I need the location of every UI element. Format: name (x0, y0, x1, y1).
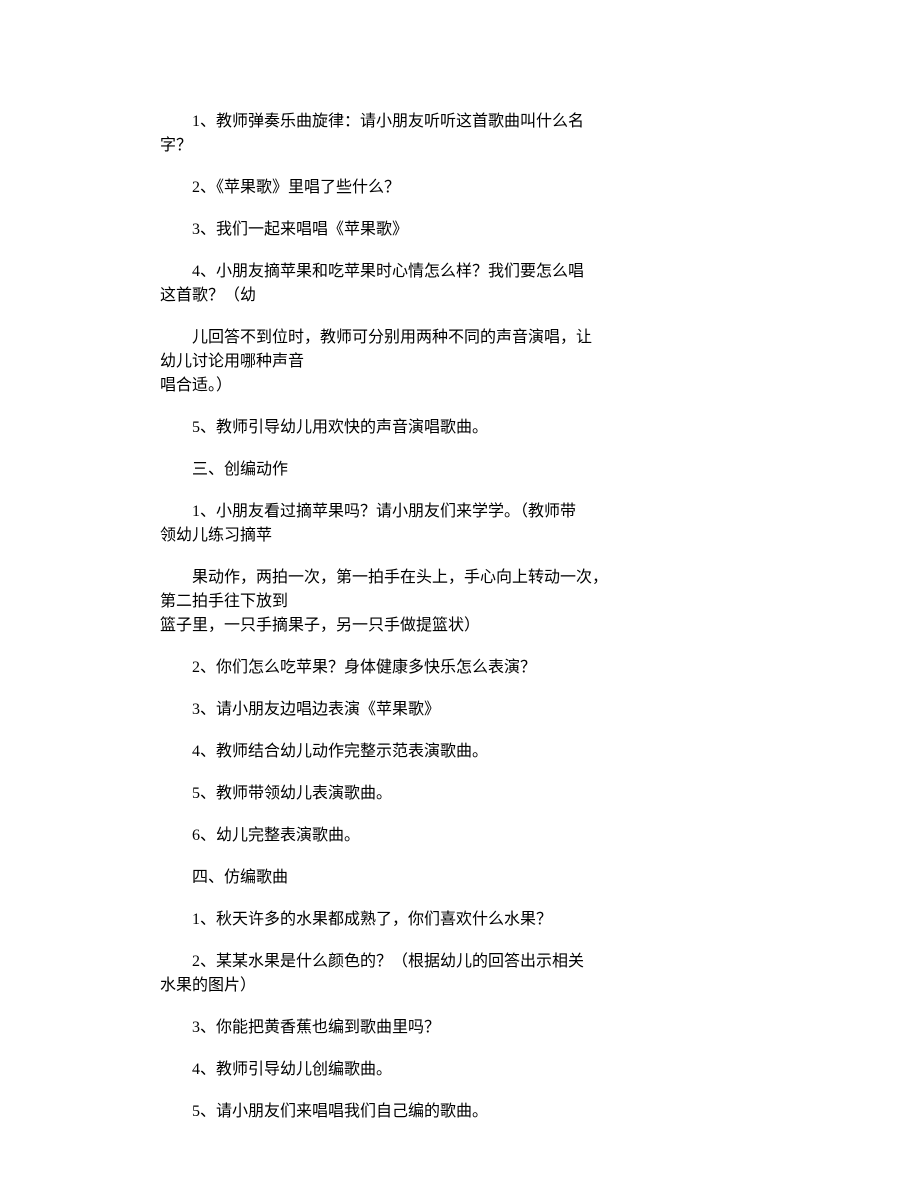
para-9-line2: 第二拍手往下放到 (160, 590, 760, 614)
para-19: 4、教师引导幼儿创编歌曲。 (160, 1058, 760, 1082)
para-17-line2: 水果的图片） (160, 974, 760, 998)
para-16: 1、秋天许多的水果都成熟了，你们喜欢什么水果？ (160, 908, 760, 932)
para-11: 3、请小朋友边唱边表演《苹果歌》 (160, 698, 760, 722)
para-10: 2、你们怎么吃苹果？身体健康多快乐怎么表演？ (160, 656, 760, 680)
para-8-line1: 1、小朋友看过摘苹果吗？请小朋友们来学学。（教师带 (160, 500, 760, 524)
para-1-line1: 1、教师弹奏乐曲旋律：请小朋友听听这首歌曲叫什么名 (160, 110, 760, 134)
para-9-line1: 果动作，两拍一次，第一拍手在头上，手心向上转动一次， (160, 566, 760, 590)
para-9-line3: 篮子里，一只手摘果子，另一只手做提篮状） (160, 614, 760, 638)
para-13: 5、教师带领幼儿表演歌曲。 (160, 782, 760, 806)
para-6: 5、教师引导幼儿用欢快的声音演唱歌曲。 (160, 416, 760, 440)
para-17-line1: 2、某某水果是什么颜色的？（根据幼儿的回答出示相关 (160, 950, 760, 974)
para-5: 儿回答不到位时，教师可分别用两种不同的声音演唱，让 幼儿讨论用哪种声音 唱合适。… (160, 326, 760, 398)
para-4-line1: 4、小朋友摘苹果和吃苹果时心情怎么样？我们要怎么唱 (160, 260, 760, 284)
para-8: 1、小朋友看过摘苹果吗？请小朋友们来学学。（教师带 领幼儿练习摘苹 (160, 500, 760, 548)
section-heading-4: 四、仿编歌曲 (160, 866, 760, 890)
para-1-line2: 字？ (160, 134, 760, 158)
para-12: 4、教师结合幼儿动作完整示范表演歌曲。 (160, 740, 760, 764)
para-4: 4、小朋友摘苹果和吃苹果时心情怎么样？我们要怎么唱 这首歌？（幼 (160, 260, 760, 308)
para-5-line3: 唱合适。） (160, 374, 760, 398)
para-9: 果动作，两拍一次，第一拍手在头上，手心向上转动一次， 第二拍手往下放到 篮子里，… (160, 566, 760, 638)
section-heading-3: 三、创编动作 (160, 458, 760, 482)
para-18: 3、你能把黄香蕉也编到歌曲里吗？ (160, 1016, 760, 1040)
para-4-line2: 这首歌？（幼 (160, 284, 760, 308)
para-8-line2: 领幼儿练习摘苹 (160, 524, 760, 548)
para-17: 2、某某水果是什么颜色的？（根据幼儿的回答出示相关 水果的图片） (160, 950, 760, 998)
para-20: 5、请小朋友们来唱唱我们自己编的歌曲。 (160, 1100, 760, 1124)
para-5-line1: 儿回答不到位时，教师可分别用两种不同的声音演唱，让 (160, 326, 760, 350)
para-3: 3、我们一起来唱唱《苹果歌》 (160, 218, 760, 242)
para-14: 6、幼儿完整表演歌曲。 (160, 824, 760, 848)
para-5-line2: 幼儿讨论用哪种声音 (160, 350, 760, 374)
para-1: 1、教师弹奏乐曲旋律：请小朋友听听这首歌曲叫什么名 字？ (160, 110, 760, 158)
para-2: 2、《苹果歌》里唱了些什么？ (160, 176, 760, 200)
